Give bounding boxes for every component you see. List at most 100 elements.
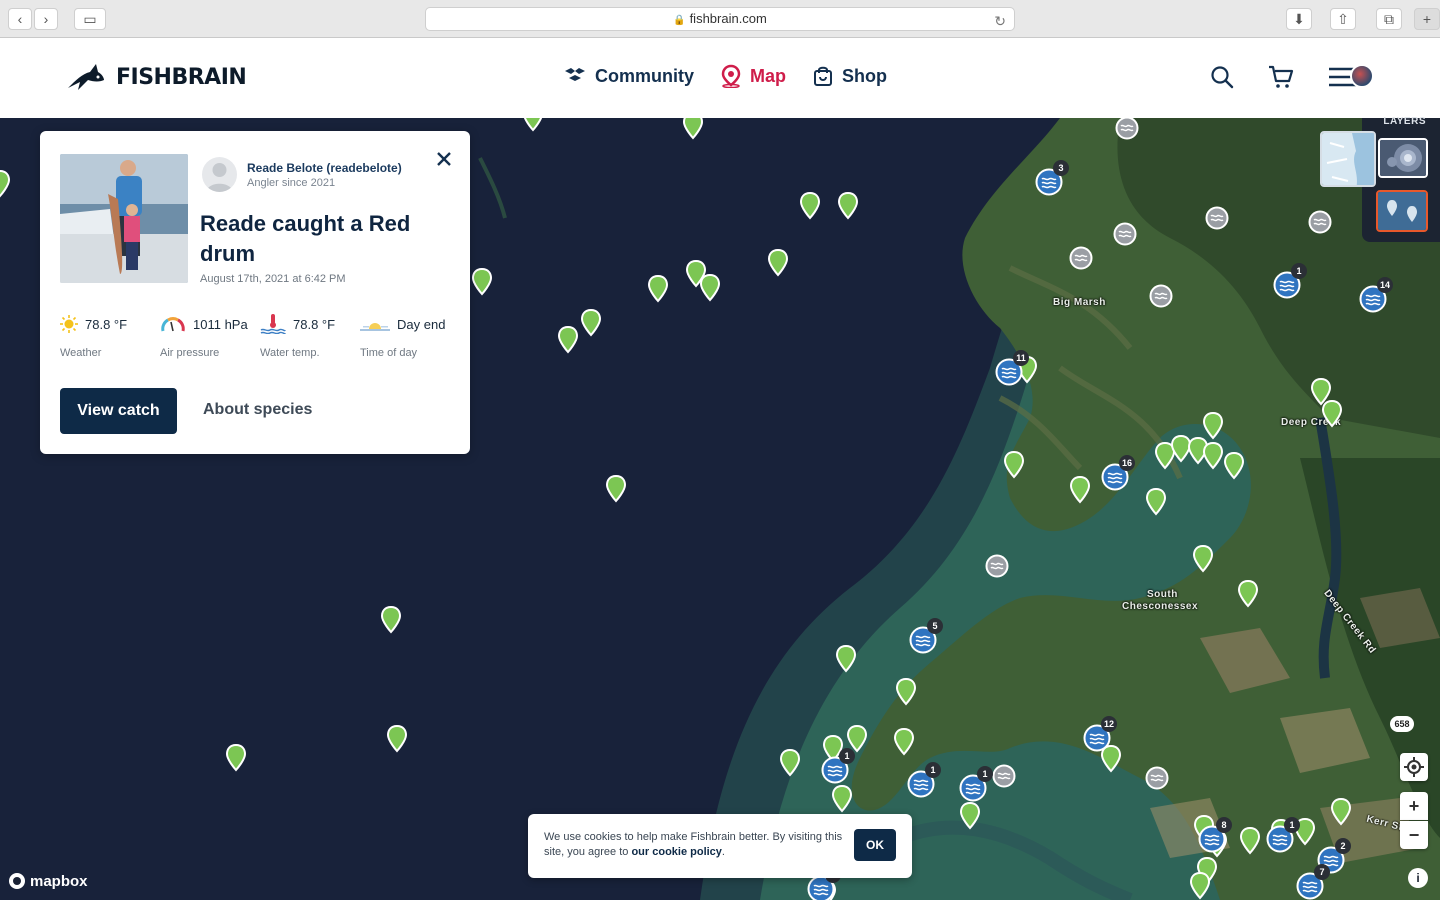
catch-marker[interactable]: [779, 749, 801, 777]
downloads-button[interactable]: ⬇: [1286, 8, 1312, 30]
layer-catches-selected[interactable]: [1376, 190, 1428, 232]
cookie-ok-button[interactable]: OK: [854, 829, 896, 861]
fishing-spot-cluster[interactable]: 1: [959, 766, 993, 802]
catch-marker[interactable]: [1202, 442, 1224, 470]
catch-marker[interactable]: [837, 192, 859, 220]
catch-marker[interactable]: [0, 170, 11, 198]
water-spot-marker[interactable]: [1113, 222, 1137, 246]
nav-community-label: Community: [595, 65, 694, 86]
fishing-spot-cluster[interactable]: 14: [1359, 277, 1394, 313]
header-actions: [1210, 64, 1374, 90]
catch-marker[interactable]: [1321, 400, 1343, 428]
water-spot-marker[interactable]: [1145, 766, 1169, 790]
catch-markers-thumbnail: [1378, 192, 1426, 230]
cluster-count-badge: 7: [1314, 864, 1330, 880]
mapbox-text: mapbox: [30, 872, 88, 890]
catch-marker[interactable]: [835, 645, 857, 673]
menu-button[interactable]: [1328, 64, 1374, 90]
reload-icon[interactable]: ↻: [994, 10, 1006, 32]
cluster-count-badge: 16: [1119, 455, 1136, 471]
catch-marker[interactable]: [1189, 872, 1211, 900]
catch-marker[interactable]: [682, 118, 704, 140]
water-spot-marker[interactable]: [1308, 210, 1332, 234]
fishing-spot-cluster[interactable]: 16: [1101, 455, 1136, 491]
fishing-spot-cluster[interactable]: 2: [807, 867, 841, 900]
heatmap-thumbnail: [1380, 140, 1426, 176]
catch-marker[interactable]: [380, 606, 402, 634]
catch-marker[interactable]: [895, 678, 917, 706]
water-spot-marker[interactable]: [1069, 246, 1093, 270]
catch-marker[interactable]: [647, 275, 669, 303]
catch-marker[interactable]: [1145, 488, 1167, 516]
layer-style-street[interactable]: [1320, 131, 1376, 187]
catch-marker[interactable]: [1069, 476, 1091, 504]
fishing-spot-cluster[interactable]: 1: [821, 748, 855, 784]
sunset-icon: [360, 323, 390, 331]
address-bar[interactable]: 🔒 fishbrain.com ↻: [425, 7, 1015, 31]
fishing-spot-cluster[interactable]: 3: [1035, 160, 1069, 196]
info-icon[interactable]: i: [1408, 868, 1428, 888]
catch-marker[interactable]: [1239, 827, 1261, 855]
cookie-banner: We use cookies to help make Fishbrain be…: [528, 814, 912, 878]
back-button[interactable]: ‹: [8, 8, 32, 30]
catch-marker[interactable]: [893, 728, 915, 756]
fishing-spot-cluster[interactable]: 1: [907, 762, 941, 798]
zoom-out-button[interactable]: −: [1400, 821, 1428, 849]
close-popup-button[interactable]: [436, 149, 452, 171]
catch-marker[interactable]: [1192, 545, 1214, 573]
fishing-spot-cluster[interactable]: 11: [995, 350, 1029, 386]
fishing-spot-cluster[interactable]: 8: [1198, 817, 1232, 853]
water-spot-marker[interactable]: [992, 764, 1016, 788]
geolocate-button[interactable]: [1400, 753, 1428, 781]
water-spot-marker[interactable]: [1149, 284, 1173, 308]
fishing-spot-cluster[interactable]: 5: [909, 618, 943, 654]
about-species-link[interactable]: About species: [203, 401, 312, 419]
catch-marker[interactable]: [605, 475, 627, 503]
catch-marker[interactable]: [386, 725, 408, 753]
new-tab-button[interactable]: +: [1414, 8, 1440, 30]
view-catch-button[interactable]: View catch: [60, 388, 177, 434]
user-info[interactable]: Reade Belote (readebelote) Angler since …: [202, 157, 402, 192]
catch-marker[interactable]: [1237, 580, 1259, 608]
water-spot-marker[interactable]: [1205, 206, 1229, 230]
cookie-policy-link[interactable]: our cookie policy: [631, 846, 721, 858]
catch-marker[interactable]: [557, 326, 579, 354]
catch-marker[interactable]: [959, 802, 981, 830]
nav-shop[interactable]: Shop: [812, 64, 887, 88]
catch-marker[interactable]: [831, 785, 853, 813]
catch-marker[interactable]: [767, 249, 789, 277]
fishing-spot-cluster[interactable]: 1: [1266, 817, 1300, 853]
search-icon[interactable]: [1210, 65, 1234, 89]
catch-marker[interactable]: [1223, 452, 1245, 480]
mapbox-logo[interactable]: mapbox: [8, 872, 88, 890]
catch-photo[interactable]: [60, 154, 188, 283]
cart-icon[interactable]: [1268, 65, 1294, 89]
zoom-in-button[interactable]: +: [1400, 792, 1428, 820]
catch-marker[interactable]: [1330, 798, 1352, 826]
water-spot-marker[interactable]: [1115, 118, 1139, 140]
catch-marker[interactable]: [225, 744, 247, 772]
nav-community[interactable]: Community: [563, 64, 694, 88]
forward-button[interactable]: ›: [34, 8, 58, 30]
catch-marker[interactable]: [522, 118, 544, 132]
catch-marker[interactable]: [471, 268, 493, 296]
catch-marker[interactable]: [580, 309, 602, 337]
sidebar-toggle-button[interactable]: ▭: [74, 8, 106, 30]
fishbrain-logo[interactable]: FISHBRAIN: [66, 60, 247, 94]
share-button[interactable]: ⇧: [1330, 8, 1356, 30]
catch-marker[interactable]: [1202, 412, 1224, 440]
fishing-spot-cluster[interactable]: 12: [1083, 716, 1118, 752]
layer-heatmap[interactable]: [1378, 138, 1428, 178]
water-spot-marker[interactable]: [985, 554, 1009, 578]
fishing-spot-cluster[interactable]: 7: [1296, 864, 1330, 900]
catch-marker[interactable]: [799, 192, 821, 220]
map-label-chesconessex: Chesconessex: [1122, 601, 1199, 612]
tabs-button[interactable]: ⧉: [1376, 8, 1402, 30]
logo-text: FISHBRAIN: [116, 64, 247, 90]
catch-marker[interactable]: [1003, 451, 1025, 479]
catch-marker[interactable]: [699, 274, 721, 302]
nav-map[interactable]: Map: [720, 64, 786, 88]
condition-weather: 78.8 °F Weather: [60, 314, 160, 359]
user-name[interactable]: Reade Belote (readebelote): [247, 161, 402, 175]
fishing-spot-cluster[interactable]: 1: [1273, 263, 1307, 299]
